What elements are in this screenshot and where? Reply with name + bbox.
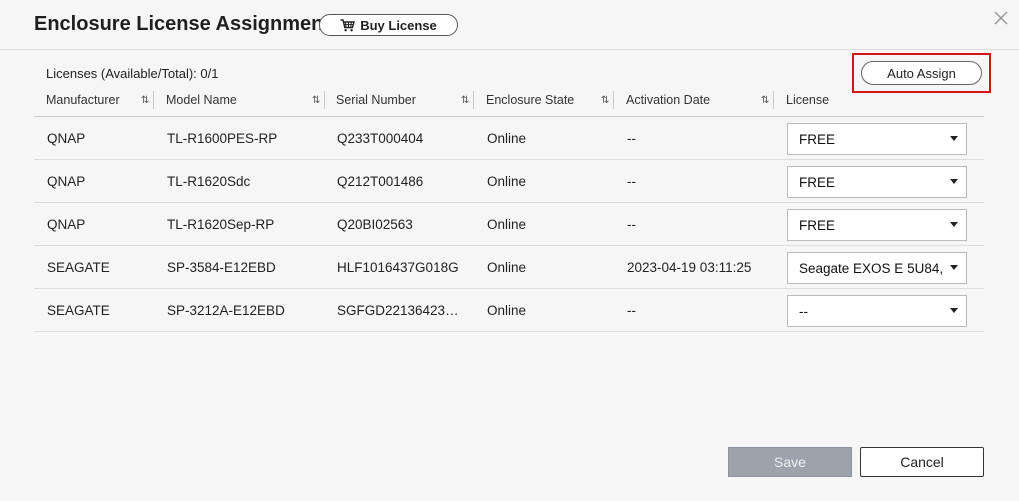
column-divider[interactable] [773, 91, 774, 109]
caret-down-icon [950, 308, 958, 313]
cell-model-name: SP-3584-E12EBD [167, 260, 276, 275]
auto-assign-button[interactable]: Auto Assign [861, 61, 982, 85]
cell-serial-number: Q233T000404 [337, 131, 424, 146]
cart-icon [340, 18, 356, 31]
license-select[interactable]: FREE [787, 123, 967, 155]
table-row: SEAGATE SP-3584-E12EBD HLF1016437G018G O… [34, 246, 984, 289]
caret-down-icon [950, 265, 958, 270]
sort-arrows-icon[interactable]: ⇅ [601, 88, 609, 112]
cell-serial-number: Q212T001486 [337, 174, 424, 189]
license-select[interactable]: Seagate EXOS E 5U84, (0) [787, 252, 967, 284]
caret-down-icon [950, 222, 958, 227]
cell-manufacturer: QNAP [47, 217, 86, 232]
license-select-value: Seagate EXOS E 5U84, (0) [799, 260, 945, 276]
table-row: QNAP TL-R1620Sdc Q212T001486 Online -- F… [34, 160, 984, 203]
license-select-value: -- [799, 303, 808, 319]
table-row: QNAP TL-R1620Sep-RP Q20BI02563 Online --… [34, 203, 984, 246]
table-row: QNAP TL-R1600PES-RP Q233T000404 Online -… [34, 117, 984, 160]
cell-serial-number: HLF1016437G018G [337, 260, 459, 275]
licenses-label: Licenses (Available/Total): [46, 66, 197, 81]
column-header-serial-number[interactable]: Serial Number [336, 88, 416, 112]
license-select[interactable]: -- [787, 295, 967, 327]
cell-enclosure-state: Online [487, 303, 527, 318]
cell-serial-number: Q20BI02563 [337, 217, 413, 232]
table-row: SEAGATE SP-3212A-E12EBD SGFGD22136423… O… [34, 289, 984, 332]
license-select[interactable]: FREE [787, 209, 967, 241]
license-dialog: Enclosure License Assignment Buy License… [0, 0, 1019, 501]
sort-arrows-icon[interactable]: ⇅ [761, 88, 769, 112]
column-header-enclosure-state[interactable]: Enclosure State [486, 88, 574, 112]
cell-enclosure-state: Online [487, 217, 527, 232]
buy-license-label: Buy License [360, 17, 437, 33]
cell-model-name: TL-R1600PES-RP [167, 131, 278, 146]
column-header-license: License [786, 93, 830, 107]
cell-activation-date: -- [627, 303, 636, 318]
cancel-button[interactable]: Cancel [860, 447, 984, 477]
cell-manufacturer: SEAGATE [47, 260, 110, 275]
licenses-summary: Licenses (Available/Total): 0/1 [46, 66, 219, 81]
cell-activation-date: 2023-04-19 03:11:25 [627, 260, 752, 275]
caret-down-icon [950, 136, 958, 141]
column-header-manufacturer[interactable]: Manufacturer [46, 88, 120, 112]
table-header: Manufacturer ⇅ Model Name ⇅ Serial Numbe… [34, 88, 984, 117]
license-select-value: FREE [799, 174, 836, 190]
sort-arrows-icon[interactable]: ⇅ [461, 88, 469, 112]
cell-manufacturer: QNAP [47, 174, 86, 189]
caret-down-icon [950, 179, 958, 184]
dialog-header: Enclosure License Assignment Buy License [0, 0, 1019, 50]
cell-activation-date: -- [627, 217, 636, 232]
cell-enclosure-state: Online [487, 260, 527, 275]
column-divider[interactable] [153, 91, 154, 109]
cell-model-name: TL-R1620Sep-RP [167, 217, 275, 232]
column-header-model-name[interactable]: Model Name [166, 88, 237, 112]
sort-arrows-icon[interactable]: ⇅ [141, 88, 149, 112]
cell-manufacturer: SEAGATE [47, 303, 110, 318]
license-select[interactable]: FREE [787, 166, 967, 198]
license-select-value: FREE [799, 217, 836, 233]
column-divider[interactable] [473, 91, 474, 109]
license-select-value: FREE [799, 131, 836, 147]
close-icon[interactable] [992, 9, 1010, 27]
cell-model-name: SP-3212A-E12EBD [167, 303, 285, 318]
column-divider[interactable] [613, 91, 614, 109]
sort-arrows-icon[interactable]: ⇅ [312, 88, 320, 112]
buy-license-button[interactable]: Buy License [319, 14, 458, 36]
cell-serial-number: SGFGD22136423… [337, 303, 459, 318]
save-button[interactable]: Save [728, 447, 852, 477]
licenses-value: 0/1 [200, 66, 219, 81]
cell-model-name: TL-R1620Sdc [167, 174, 251, 189]
cell-enclosure-state: Online [487, 131, 527, 146]
column-divider[interactable] [324, 91, 325, 109]
column-header-activation-date[interactable]: Activation Date [626, 88, 710, 112]
dialog-title: Enclosure License Assignment [34, 13, 331, 35]
cell-manufacturer: QNAP [47, 131, 86, 146]
cell-activation-date: -- [627, 174, 636, 189]
cell-enclosure-state: Online [487, 174, 527, 189]
cell-activation-date: -- [627, 131, 636, 146]
